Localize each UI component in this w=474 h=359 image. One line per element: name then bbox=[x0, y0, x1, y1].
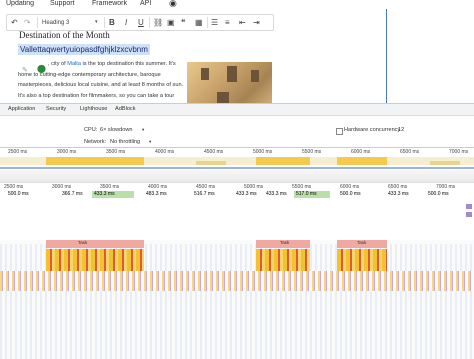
numbered-list-icon[interactable]: ≡ bbox=[225, 17, 230, 28]
hardware-concurrency-checkbox[interactable] bbox=[336, 128, 343, 135]
heading-select[interactable]: Heading 3 bbox=[42, 18, 69, 29]
cpu-label: CPU: bbox=[84, 127, 98, 133]
malta-photo[interactable] bbox=[187, 62, 272, 103]
overview-tick: 3500 ms bbox=[106, 149, 126, 155]
interaction-marker[interactable] bbox=[466, 204, 472, 209]
script-calls[interactable] bbox=[337, 249, 387, 271]
editor-border bbox=[386, 9, 387, 103]
tab-security[interactable]: Security bbox=[46, 106, 66, 112]
frame[interactable]: 500.0 ms bbox=[426, 191, 468, 198]
indent-icon[interactable]: ⇥ bbox=[253, 17, 260, 28]
frames-track: 500.0 ms 366.7 ms 433.3 ms 483.3 ms 516.… bbox=[0, 190, 474, 199]
frame[interactable]: 500.0 ms bbox=[6, 191, 46, 198]
script-calls[interactable] bbox=[46, 249, 144, 271]
chevron-down-icon[interactable]: ▾ bbox=[95, 17, 98, 28]
table-icon[interactable]: ▦ bbox=[195, 17, 203, 28]
cpu-band bbox=[196, 161, 226, 165]
frame[interactable]: 483.3 ms bbox=[144, 191, 186, 198]
overview-tick: 6500 ms bbox=[400, 149, 420, 155]
overview-tick: 2500 ms bbox=[8, 149, 28, 155]
outdent-icon[interactable]: ⇤ bbox=[239, 17, 246, 28]
chevron-down-icon[interactable]: ▾ bbox=[142, 127, 144, 133]
frame[interactable]: 517.0 ms bbox=[294, 191, 330, 198]
frame[interactable]: 433.3 ms bbox=[386, 191, 418, 198]
task-block[interactable]: Task bbox=[46, 240, 144, 248]
frame[interactable]: 500.0 ms bbox=[338, 191, 376, 198]
main-thread-flame-chart[interactable]: Task Task Task bbox=[0, 240, 474, 359]
frame[interactable]: 433.3 ms bbox=[92, 191, 134, 198]
image-icon[interactable]: ▣ bbox=[167, 17, 175, 28]
network-label: Network: bbox=[84, 139, 107, 145]
doc-heading[interactable]: Destination of the Month bbox=[19, 30, 110, 40]
cpu-band bbox=[337, 157, 387, 165]
hardware-concurrency-label: Hardware concurrency bbox=[344, 127, 401, 133]
network-throttle-select[interactable]: No throttling bbox=[110, 139, 140, 145]
screenshots-track bbox=[0, 170, 474, 182]
github-icon[interactable]: ◉ bbox=[169, 0, 177, 9]
interaction-marker[interactable] bbox=[466, 212, 472, 217]
redo-icon[interactable]: ↷ bbox=[24, 17, 31, 28]
selected-text[interactable]: Vallettaqwertyuiopasdfghjklzxcvbnm bbox=[18, 44, 150, 55]
bulleted-list-icon[interactable]: ☰ bbox=[211, 17, 218, 28]
callstack-detail bbox=[0, 271, 474, 291]
nav-api[interactable]: API bbox=[140, 0, 151, 7]
link-icon[interactable]: ⛓ bbox=[153, 17, 163, 28]
undo-icon[interactable]: ↶ bbox=[11, 17, 18, 28]
devtools-tabbar: Application Security Lighthouse AdBlock bbox=[0, 103, 474, 116]
para-text: is the top destination this summer. It's… bbox=[18, 61, 184, 99]
paragraph[interactable]: , city of Malta is the top destination t… bbox=[18, 59, 184, 103]
editor-area: ↶ ↷ Heading 3 ▾ B I U ⛓ ▣ ❝ ▦ ☰ ≡ ⇤ ⇥ De… bbox=[0, 9, 474, 103]
malta-link[interactable]: Malta bbox=[67, 61, 81, 67]
bold-button[interactable]: B bbox=[109, 17, 115, 28]
frame[interactable]: 433.3 ms bbox=[264, 191, 294, 198]
nav-support[interactable]: Support bbox=[50, 0, 75, 7]
top-nav: Updating Support Framework API ◉ bbox=[0, 0, 474, 9]
frame[interactable]: 516.7 ms bbox=[192, 191, 234, 198]
cpu-band bbox=[256, 157, 310, 165]
overview-tick: 7000 ms bbox=[449, 149, 469, 155]
quote-icon[interactable]: ❝ bbox=[181, 17, 185, 28]
underline-button[interactable]: U bbox=[138, 17, 144, 28]
cpu-band bbox=[46, 157, 144, 165]
timeline-overview[interactable]: 2500 ms 3000 ms 3500 ms 4000 ms 4500 ms … bbox=[0, 147, 474, 183]
chevron-down-icon[interactable]: ▾ bbox=[149, 139, 151, 145]
editor-toolbar: ↶ ↷ Heading 3 ▾ B I U ⛓ ▣ ❝ ▦ ☰ ≡ ⇤ ⇥ bbox=[6, 14, 274, 31]
tab-application[interactable]: Application bbox=[8, 106, 35, 112]
frame[interactable]: 366.7 ms bbox=[60, 191, 90, 198]
network-track bbox=[0, 167, 474, 169]
hardware-concurrency-value[interactable]: 12 bbox=[398, 127, 404, 133]
nav-framework[interactable]: Framework bbox=[92, 0, 127, 7]
cpu-band bbox=[430, 161, 460, 165]
task-block[interactable]: Task bbox=[337, 240, 387, 248]
para-prefix: , city of bbox=[48, 61, 68, 67]
overview-tick: 6000 ms bbox=[351, 149, 371, 155]
overview-tick: 4500 ms bbox=[204, 149, 224, 155]
frame[interactable]: 433.3 ms bbox=[234, 191, 264, 198]
tab-lighthouse[interactable]: Lighthouse bbox=[80, 106, 107, 112]
throttle-settings: CPU: 6× slowdown ▾ Hardware concurrency … bbox=[0, 125, 474, 147]
overview-tick: 5000 ms bbox=[253, 149, 273, 155]
italic-button[interactable]: I bbox=[125, 17, 127, 28]
tab-adblock[interactable]: AdBlock bbox=[115, 106, 136, 112]
task-label: Task bbox=[78, 240, 88, 245]
task-block[interactable]: Task bbox=[256, 240, 310, 248]
script-calls[interactable] bbox=[256, 249, 310, 271]
overview-tick: 5500 ms bbox=[302, 149, 322, 155]
task-label: Task bbox=[357, 240, 367, 245]
nav-updating[interactable]: Updating bbox=[6, 0, 34, 7]
cpu-throttle-select[interactable]: 6× slowdown bbox=[100, 127, 133, 133]
task-label: Task bbox=[280, 240, 290, 245]
overview-tick: 3000 ms bbox=[57, 149, 77, 155]
overview-tick: 4000 ms bbox=[155, 149, 175, 155]
